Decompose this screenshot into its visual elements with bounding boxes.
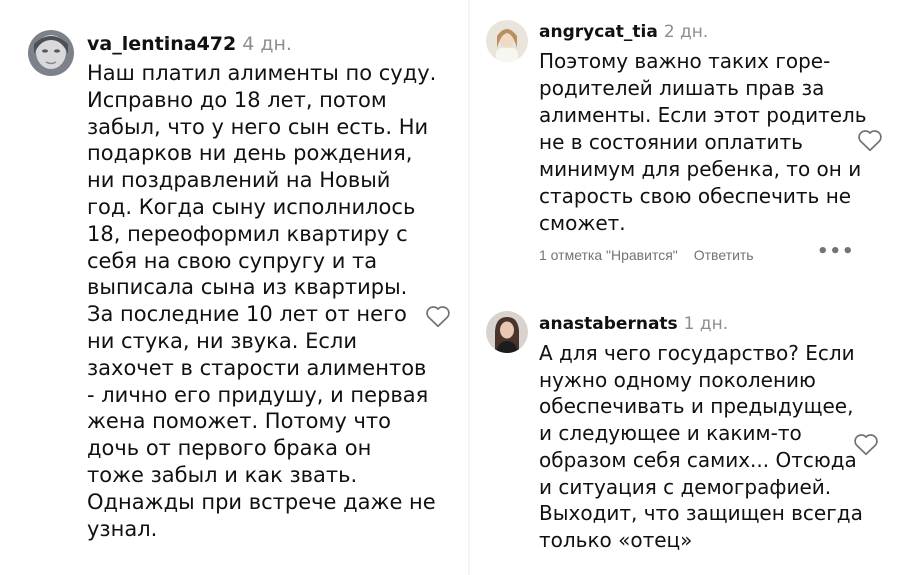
right-comments-panel: angrycat_tia 2 дн. Поэтому важно таких го… xyxy=(470,0,920,575)
avatar[interactable] xyxy=(486,20,528,62)
heart-outline-icon[interactable] xyxy=(857,128,883,152)
comment-text: Поэтому важно таких горе- родителей лиша… xyxy=(539,49,867,235)
avatar[interactable] xyxy=(486,311,528,353)
comment-time: 4 дн. xyxy=(242,33,292,55)
comment-username[interactable]: anastabernats xyxy=(539,314,678,334)
comment-time: 1 дн. xyxy=(683,314,729,334)
comment-time: 2 дн. xyxy=(663,22,709,42)
avatar-photo-icon xyxy=(28,30,74,76)
heart-outline-icon[interactable] xyxy=(425,304,451,328)
comment-header: anastabernats 1 дн. xyxy=(539,314,728,334)
avatar[interactable] xyxy=(28,30,74,76)
comment-text: А для чего государство? Если нужно одном… xyxy=(539,341,863,552)
comment-meta: 1 отметка "Нравится" Ответить xyxy=(539,247,754,263)
more-options-icon[interactable]: ••• xyxy=(817,241,855,262)
comment-username[interactable]: va_lentina472 xyxy=(87,33,236,55)
comment-username[interactable]: angrycat_tia xyxy=(539,22,658,42)
likes-count-link[interactable]: 1 отметка "Нравится" xyxy=(539,247,678,263)
reply-button[interactable]: Ответить xyxy=(694,247,754,263)
heart-outline-icon[interactable] xyxy=(853,432,879,456)
comment-header: angrycat_tia 2 дн. xyxy=(539,22,708,42)
comment-header: va_lentina472 4 дн. xyxy=(87,33,292,55)
left-comments-panel: va_lentina472 4 дн. Наш платил алименты п… xyxy=(0,0,470,575)
comment-text: Наш платил алименты по суду. Исправно до… xyxy=(87,61,437,541)
avatar-photo-icon xyxy=(486,20,528,62)
avatar-photo-icon xyxy=(486,311,528,353)
